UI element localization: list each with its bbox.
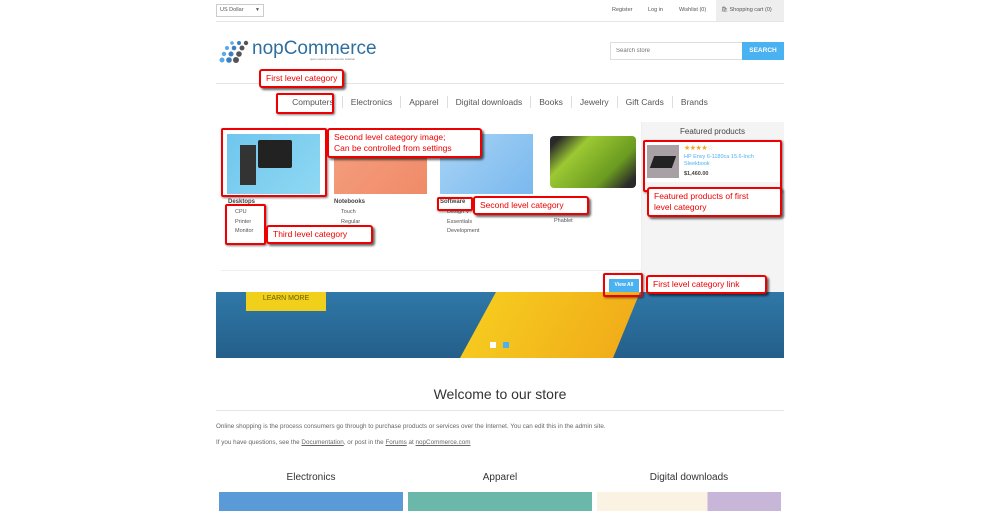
nav-apparel[interactable]: Apparel [400, 96, 446, 108]
subcategory-phablet[interactable]: Phablet [554, 217, 573, 227]
logo-icon [219, 40, 249, 63]
welcome-text: Online shopping is the process consumers… [216, 423, 606, 430]
tablet-image[interactable] [550, 136, 636, 188]
annotation-featured: Featured products of first level category [647, 187, 782, 217]
third-level-development[interactable]: Development [447, 227, 479, 237]
category-title-digital-downloads[interactable]: Digital downloads [597, 472, 781, 483]
category-title-apparel[interactable]: Apparel [408, 472, 592, 483]
third-level-touch[interactable]: Touch [341, 208, 360, 218]
nav-brands[interactable]: Brands [671, 96, 716, 108]
electronics-image[interactable] [219, 492, 403, 511]
chevron-down-icon: ▼ [255, 7, 260, 13]
nopcommerce-link[interactable]: nopCommerce.com [416, 439, 471, 446]
annotation-first-level: First level category [259, 69, 345, 88]
slide-dot-2[interactable] [503, 342, 509, 348]
annotation-box-computers [276, 93, 334, 114]
annotation-box-image [221, 128, 327, 197]
annotation-link: First level category link [646, 275, 767, 294]
annotation-box-featured [643, 140, 782, 192]
annotation-second-level: Second level category [473, 196, 589, 215]
cart-icon: 🛍 [721, 7, 728, 13]
welcome-title: Welcome to our store [433, 386, 567, 402]
third-level-essentials[interactable]: Essentials [447, 218, 479, 228]
logo-tagline: open source e-commerce solution [310, 57, 356, 61]
search-input[interactable] [610, 42, 743, 60]
annotation-box-software [437, 197, 473, 211]
wishlist-link[interactable]: Wishlist (0) [679, 7, 706, 13]
register-link[interactable]: Register [612, 7, 632, 13]
annotation-second-image: Second level category image; Can be contr… [327, 128, 482, 158]
documentation-link[interactable]: Documentation [301, 439, 343, 446]
top-divider [216, 21, 784, 22]
welcome-links-text: If you have questions, see the Documenta… [216, 439, 471, 446]
currency-value: US Dollar [220, 7, 244, 13]
panel-divider [221, 270, 641, 271]
forums-link[interactable]: Forums [385, 439, 406, 446]
category-title-electronics[interactable]: Electronics [219, 472, 403, 483]
apparel-image[interactable] [408, 492, 592, 511]
nav-electronics[interactable]: Electronics [341, 96, 401, 108]
subcategory-notebooks[interactable]: Notebooks [334, 199, 365, 205]
welcome-divider [216, 410, 784, 411]
annotation-box-view-all [603, 273, 643, 297]
login-link[interactable]: Log in [648, 7, 663, 13]
nav-jewelry[interactable]: Jewelry [570, 96, 617, 108]
digital-downloads-image[interactable] [597, 492, 781, 511]
nav-gift-cards[interactable]: Gift Cards [616, 96, 672, 108]
nav-digital-downloads[interactable]: Digital downloads [446, 96, 531, 108]
learn-more-button[interactable]: LEARN MORE [246, 292, 326, 311]
shopping-cart-link[interactable]: 🛍 Shopping cart (0) [716, 0, 784, 21]
annotation-third-level: Third level category [266, 225, 373, 244]
annotation-box-third-level [225, 204, 266, 245]
currency-select[interactable]: US Dollar ▼ [216, 4, 264, 17]
nav-books[interactable]: Books [530, 96, 571, 108]
featured-title: Featured products [680, 127, 745, 136]
slide-dot-1[interactable] [490, 342, 496, 348]
search-button[interactable]: SEARCH [742, 42, 784, 60]
cart-label: Shopping cart (0) [729, 7, 772, 13]
